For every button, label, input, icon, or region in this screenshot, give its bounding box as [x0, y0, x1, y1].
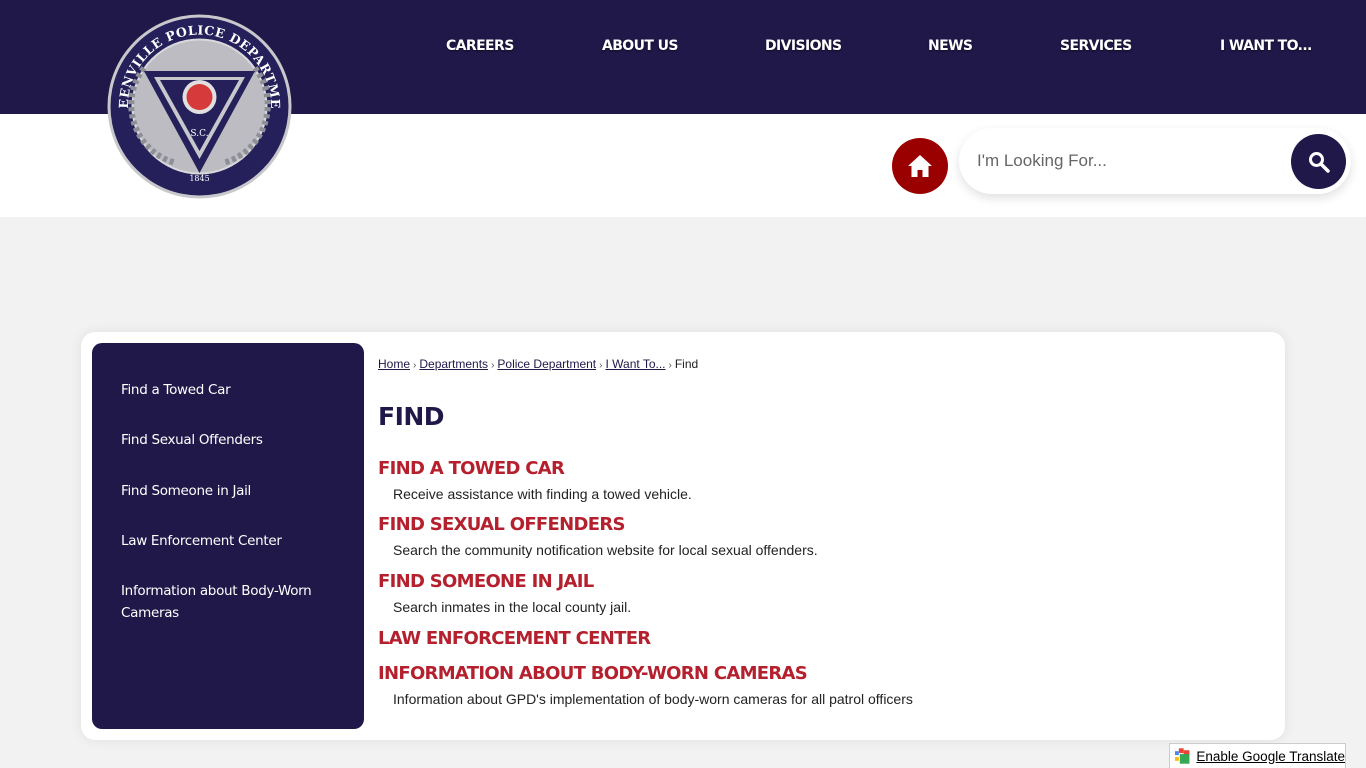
home-icon [908, 155, 932, 177]
breadcrumb-i-want-to[interactable]: I Want To... [605, 357, 665, 371]
breadcrumb-separator: › [413, 360, 417, 371]
sidebar-nav: Find a Towed Car Find Sexual Offenders F… [92, 343, 364, 729]
breadcrumb-separator: › [599, 360, 603, 371]
google-translate-widget: Enable Google Translate [1169, 743, 1346, 768]
sidebar-item-body-worn-cameras[interactable]: Information about Body-Worn Cameras [121, 580, 341, 624]
home-button[interactable] [892, 138, 948, 194]
search-button[interactable] [1291, 134, 1346, 189]
nav-services[interactable]: SERVICES [1060, 38, 1132, 54]
nav-news[interactable]: NEWS [928, 38, 973, 54]
enable-google-translate-link[interactable]: Enable Google Translate [1196, 749, 1345, 764]
entry-description: Information about GPD's implementation o… [393, 691, 913, 707]
department-logo[interactable]: S.C. 1845 GREENVILLE POLICE DEPARTMENT [100, 1, 293, 200]
main-content: Home › Departments › Police Department › I Wan… [378, 332, 1268, 740]
entry-description: Search inmates in the local county jail. [393, 599, 632, 615]
sidebar-item-law-enforcement-center[interactable]: Law Enforcement Center [121, 530, 341, 552]
entry-title-body-worn-cameras[interactable]: INFORMATION ABOUT BODY-WORN CAMERAS [378, 663, 808, 684]
entry-description: Search the community notification websit… [393, 542, 818, 558]
nav-i-want-to[interactable]: I WANT TO... [1220, 38, 1312, 54]
svg-text:1845: 1845 [189, 174, 209, 183]
page-title: FIND [378, 402, 445, 431]
breadcrumb-separator: › [491, 360, 495, 371]
breadcrumb-current: Find [674, 357, 699, 371]
police-seal-icon: S.C. 1845 GREENVILLE POLICE DEPARTMENT [100, 1, 292, 199]
breadcrumb-police-department[interactable]: Police Department [497, 357, 596, 371]
nav-careers[interactable]: CAREERS [446, 38, 514, 54]
search-input[interactable] [977, 144, 1277, 178]
sidebar-item-find-someone-in-jail[interactable]: Find Someone in Jail [121, 480, 341, 502]
breadcrumb-departments[interactable]: Departments [419, 357, 488, 371]
svg-text:S.C.: S.C. [190, 129, 208, 139]
entry-title-find-towed-car[interactable]: FIND A TOWED CAR [378, 458, 565, 479]
search-icon [1308, 151, 1330, 173]
breadcrumb: Home › Departments › Police Department › I Wan… [378, 357, 698, 371]
entry-title-law-enforcement-center[interactable]: LAW ENFORCEMENT CENTER [378, 628, 651, 649]
search-box [959, 128, 1351, 194]
nav-about-us[interactable]: ABOUT US [602, 38, 678, 54]
nav-divisions[interactable]: DIVISIONS [765, 38, 842, 54]
sidebar-item-find-sexual-offenders[interactable]: Find Sexual Offenders [121, 429, 341, 451]
entry-title-find-sexual-offenders[interactable]: FIND SEXUAL OFFENDERS [378, 514, 625, 535]
entry-description: Receive assistance with finding a towed … [393, 486, 692, 502]
google-translate-icon [1175, 748, 1190, 764]
breadcrumb-home[interactable]: Home [378, 357, 410, 371]
breadcrumb-separator: › [668, 360, 672, 371]
sidebar-item-find-towed-car[interactable]: Find a Towed Car [121, 379, 341, 401]
content-card: Find a Towed Car Find Sexual Offenders F… [81, 332, 1285, 740]
entry-title-find-someone-in-jail[interactable]: FIND SOMEONE IN JAIL [378, 571, 594, 592]
